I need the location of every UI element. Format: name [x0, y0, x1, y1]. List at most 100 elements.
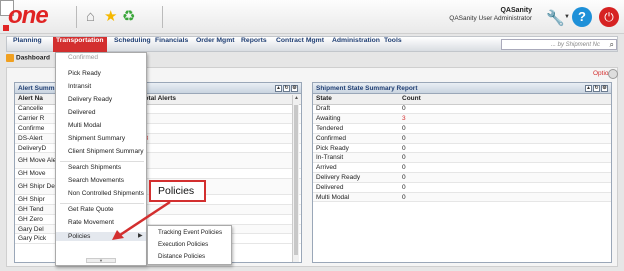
count-cell[interactable]: 0 [399, 123, 611, 134]
nav-reports[interactable]: Reports [238, 37, 270, 52]
menu-scroll-down-icon[interactable]: ▼ [86, 258, 116, 263]
menu-item-search-movements[interactable]: Search Movements [68, 176, 124, 185]
nav-contract-mgmt[interactable]: Contract Mgmt [273, 37, 327, 52]
recycle-icon[interactable]: ♻ [122, 8, 135, 26]
divider [162, 6, 163, 28]
table-row[interactable]: In-Transit 0 [313, 152, 611, 164]
nav-planning[interactable]: Planning [10, 37, 45, 52]
alert-total-cell[interactable]: 1 [138, 152, 301, 170]
menu-item-multi-modal[interactable]: Multi Modal [68, 121, 101, 130]
state-cell: Pick Ready [313, 143, 399, 154]
table-row[interactable]: Delivered 0 [313, 182, 611, 193]
table-row[interactable]: Arrived 0 [313, 162, 611, 174]
count-cell[interactable]: 0 [399, 162, 611, 174]
menu-item-pick-ready[interactable]: Pick Ready [68, 69, 101, 78]
count-cell[interactable]: 0 [399, 143, 611, 154]
count-cell[interactable]: 0 [399, 182, 611, 193]
options-gear-icon[interactable] [608, 69, 618, 79]
nav-administration[interactable]: Administration [329, 37, 383, 52]
search-icon[interactable]: ⌕ [610, 40, 614, 50]
menu-item-confirmed[interactable]: Confirmed [68, 53, 98, 62]
count-cell[interactable]: 0 [399, 192, 611, 203]
alert-total-cell[interactable]: 4 [138, 123, 301, 134]
chevron-down-icon[interactable]: ▼ [564, 14, 570, 20]
alert-total-cell[interactable] [138, 214, 301, 225]
breadcrumb-label: Dashboard [16, 54, 50, 62]
menu-item-shipment-summary[interactable]: Shipment Summary [68, 134, 125, 143]
panel-header: Shipment State Summary Report ▲ ↻ ⚙ [313, 83, 611, 94]
nav-scheduling[interactable]: Scheduling [111, 37, 154, 52]
menu-item-get-rate-quote[interactable]: Get Rate Quote [68, 205, 114, 214]
nav-order-mgmt[interactable]: Order Mgmt [193, 37, 238, 52]
submenu-item-tracking-event-policies[interactable]: Tracking Event Policies [158, 228, 222, 237]
search-placeholder: ... by Shipment Nc [550, 42, 600, 48]
shipment-search-input[interactable]: ... by Shipment Nc ⌕ [501, 39, 617, 50]
alert-total-cell[interactable]: 2 [138, 104, 301, 115]
collapse-button[interactable]: ▲ [585, 85, 592, 92]
column-header[interactable]: State [313, 94, 399, 105]
nav-transportation[interactable]: Transportation [53, 37, 107, 52]
refresh-button[interactable]: ↻ [593, 85, 600, 92]
state-cell: Draft [313, 104, 399, 115]
scroll-up-icon[interactable]: ▲ [293, 95, 300, 101]
menu-item-delivery-ready[interactable]: Delivery Ready [68, 95, 112, 104]
submenu-item-distance-policies[interactable]: Distance Policies [158, 252, 205, 261]
chevron-right-icon: ▶ [138, 233, 143, 239]
settings-button[interactable]: ⚙ [291, 85, 298, 92]
menu-item-rate-movement[interactable]: Rate Movement [68, 218, 114, 227]
menu-item-non-controlled-shipments[interactable]: Non Controlled Shipments [68, 189, 144, 198]
table-row[interactable]: Confirmed 0 [313, 133, 611, 144]
state-cell: In-Transit [313, 152, 399, 164]
shipment-state-panel: Shipment State Summary Report ▲ ↻ ⚙ State … [312, 82, 612, 263]
count-cell[interactable]: 0 [399, 152, 611, 164]
nav-financials[interactable]: Financials [152, 37, 191, 52]
count-cell[interactable]: 0 [399, 104, 611, 115]
scroll-thumb[interactable] [294, 105, 298, 255]
state-cell: Awaiting [313, 113, 399, 125]
menu-item-client-shipment-summary[interactable]: Client Shipment Summary [68, 147, 144, 156]
tools-icon[interactable]: 🔧 [546, 9, 565, 27]
table-row[interactable]: Awaiting 3 [313, 113, 611, 125]
submenu-item-execution-policies[interactable]: Execution Policies [158, 240, 208, 249]
alert-total-cell[interactable]: 3 [138, 204, 301, 215]
nav-tools[interactable]: Tools [381, 37, 405, 52]
alert-total-cell[interactable]: 1 [138, 113, 301, 125]
star-icon[interactable]: ★ [104, 8, 117, 26]
breadcrumb[interactable]: Dashboard [6, 54, 50, 66]
table-row[interactable]: Pick Ready 0 [313, 143, 611, 154]
help-icon[interactable]: ? [572, 7, 592, 27]
dashboard-icon [6, 54, 14, 62]
scrollbar[interactable]: ▲ [292, 95, 299, 262]
main-nav: Planning Transportation Scheduling Finan… [6, 36, 618, 52]
panel-title: Shipment State Summary Report [316, 85, 418, 92]
state-cell: Multi Modal [313, 192, 399, 203]
alert-total-cell[interactable]: 38 [138, 133, 301, 144]
top-bar: one ⌂ ★ ♻ QASanity QASanity User Adminis… [0, 0, 624, 34]
menu-item-policies[interactable]: Policies [56, 232, 146, 241]
user-role: QASanity User Administrator [449, 15, 532, 22]
power-icon[interactable]: ⏻ [599, 7, 619, 27]
callout-label: Policies [149, 180, 206, 202]
menu-item-intransit[interactable]: Intransit [68, 82, 91, 91]
alert-total-cell[interactable] [138, 168, 301, 180]
count-cell[interactable]: 0 [399, 172, 611, 183]
table-row[interactable]: Tendered 0 [313, 123, 611, 134]
state-cell: Tendered [313, 123, 399, 134]
divider [76, 6, 77, 28]
refresh-button[interactable]: ↻ [283, 85, 290, 92]
menu-separator [60, 203, 144, 204]
settings-button[interactable]: ⚙ [601, 85, 608, 92]
state-cell: Confirmed [313, 133, 399, 144]
home-icon[interactable]: ⌂ [86, 8, 95, 26]
collapse-button[interactable]: ▲ [275, 85, 282, 92]
alert-total-cell[interactable]: 3 [138, 143, 301, 154]
count-cell[interactable]: 0 [399, 133, 611, 144]
menu-item-search-shipments[interactable]: Search Shipments [68, 163, 121, 172]
menu-item-delivered[interactable]: Delivered [68, 108, 95, 117]
count-cell[interactable]: 3 [399, 113, 611, 125]
table-row[interactable]: Delivery Ready 0 [313, 172, 611, 183]
column-header[interactable]: Count [399, 94, 611, 105]
shipment-state-table: State Count Draft 0 Awaiting 3 Tendered 0 Conf… [313, 94, 611, 203]
table-row[interactable]: Multi Modal 0 [313, 192, 611, 203]
table-row[interactable]: Draft 0 [313, 104, 611, 115]
